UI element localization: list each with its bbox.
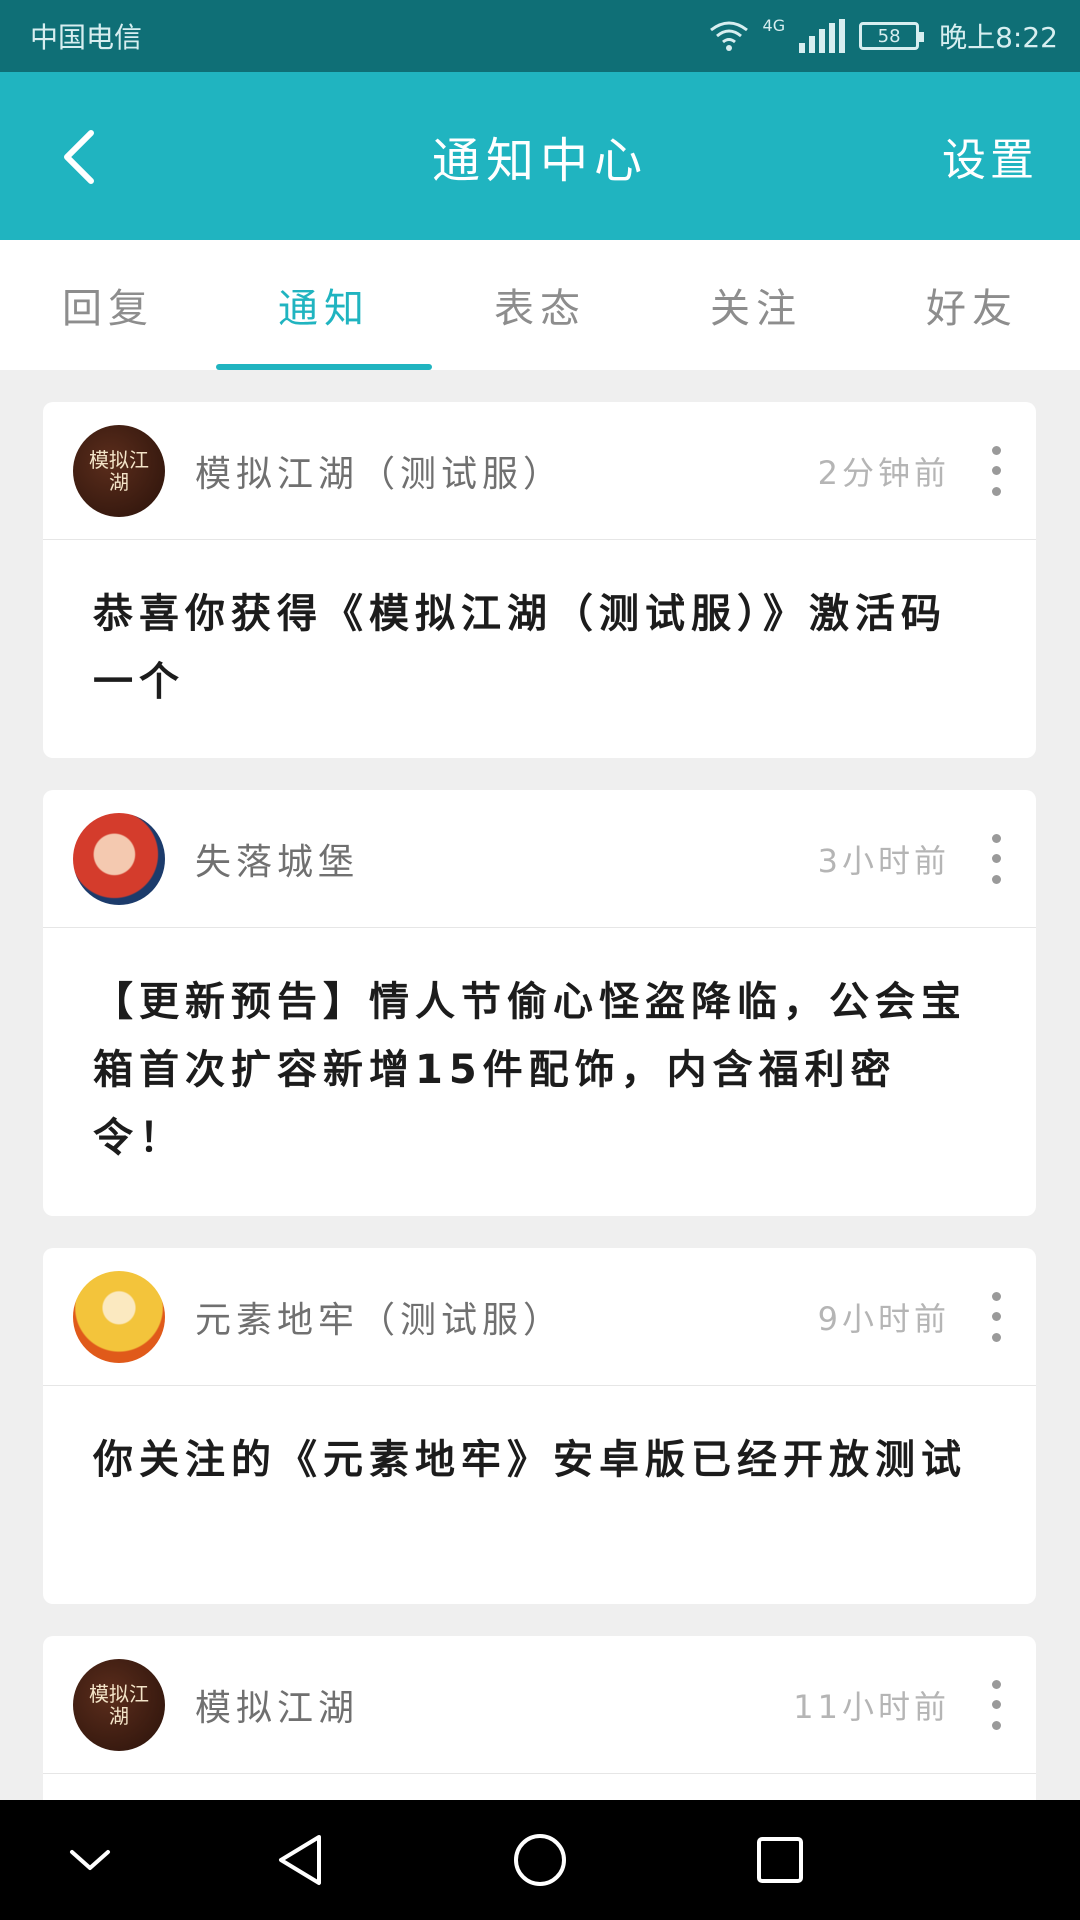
more-options-icon[interactable] (986, 1679, 1006, 1730)
avatar-logo-text: 模拟江湖 (89, 447, 149, 494)
notification-time: 9小时前 (817, 1299, 950, 1338)
tab-bar: 回复 通知 表态 关注 好友 (0, 240, 1080, 370)
status-bar: 中国电信 4G 58 晚上8:22 (0, 0, 1080, 72)
notification-header: 失落城堡 3小时前 (43, 790, 1036, 928)
back-nav-button[interactable] (240, 1800, 360, 1920)
avatar-logo-text: 模拟江湖 (89, 1681, 149, 1728)
notification-header: 模拟江湖 模拟江湖（测试服） 2分钟前 (43, 402, 1036, 540)
app-name[interactable]: 元素地牢（测试服） (195, 1291, 818, 1343)
moni-jianghu-logo-icon[interactable]: 模拟江湖 (73, 1658, 165, 1751)
battery-level: 58 (877, 25, 901, 47)
notification-card[interactable]: 模拟江湖 模拟江湖（测试服） 2分钟前 恭喜你获得《模拟江湖（测试服）》激活码一… (43, 402, 1036, 758)
notification-card[interactable]: 元素地牢（测试服） 9小时前 你关注的《元素地牢》安卓版已经开放测试 (43, 1248, 1036, 1604)
carrier-label: 中国电信 (30, 21, 143, 54)
wifi-icon (709, 21, 748, 51)
notification-header: 元素地牢（测试服） 9小时前 (43, 1248, 1036, 1386)
app-bar: 通知中心 设置 (0, 72, 1080, 240)
tab-reply[interactable]: 回复 (0, 240, 216, 370)
chevron-down-icon (70, 1850, 110, 1870)
tab-reactions[interactable]: 表态 (432, 240, 648, 370)
app-name[interactable]: 模拟江湖（测试服） (195, 445, 818, 497)
app-name[interactable]: 模拟江湖 (195, 1679, 793, 1731)
notification-message[interactable]: 恭喜你获得《模拟江湖（测试服）》激活码一个 (43, 540, 1036, 756)
network-type: 4G (762, 16, 786, 35)
settings-button[interactable]: 设置 (942, 72, 1038, 240)
clock: 晚上8:22 (939, 21, 1058, 54)
lost-castle-logo-icon[interactable] (73, 812, 165, 905)
triangle-back-icon (279, 1835, 321, 1885)
notification-time: 2分钟前 (817, 453, 950, 492)
more-options-icon[interactable] (986, 1291, 1006, 1342)
circle-home-icon (514, 1834, 566, 1886)
tab-notifications[interactable]: 通知 (216, 240, 432, 370)
notification-message[interactable]: 你关注的《元素地牢》安卓版已经开放测试 (43, 1386, 1036, 1534)
tab-friends[interactable]: 好友 (864, 240, 1080, 370)
battery-icon: 58 (859, 22, 925, 50)
more-options-icon[interactable] (986, 833, 1006, 884)
hide-nav-button[interactable] (30, 1800, 150, 1920)
notification-card[interactable]: 失落城堡 3小时前 【更新预告】情人节偷心怪盗降临，公会宝箱首次扩容新增15件配… (43, 790, 1036, 1216)
notification-time: 11小时前 (793, 1687, 950, 1726)
notification-message[interactable]: 【更新预告】情人节偷心怪盗降临，公会宝箱首次扩容新增15件配饰，内含福利密令！ (43, 928, 1036, 1212)
page-title: 通知中心 (431, 133, 648, 189)
recents-nav-button[interactable] (720, 1800, 840, 1920)
notification-header: 模拟江湖 模拟江湖 11小时前 (43, 1636, 1036, 1774)
app-name[interactable]: 失落城堡 (195, 833, 818, 885)
element-dungeon-logo-icon[interactable] (73, 1270, 165, 1363)
notification-list[interactable]: 模拟江湖 模拟江湖（测试服） 2分钟前 恭喜你获得《模拟江湖（测试服）》激活码一… (0, 370, 1080, 1800)
square-recents-icon (757, 1837, 803, 1883)
system-nav-bar (0, 1800, 1080, 1920)
tab-follows[interactable]: 关注 (648, 240, 864, 370)
home-nav-button[interactable] (480, 1800, 600, 1920)
moni-jianghu-logo-icon[interactable]: 模拟江湖 (73, 424, 165, 517)
status-icons: 4G 58 晚上8:22 (709, 16, 1058, 56)
notification-card[interactable]: 模拟江湖 模拟江湖 11小时前 (43, 1636, 1036, 1800)
notification-message[interactable] (43, 1774, 1036, 1800)
more-options-icon[interactable] (986, 445, 1006, 496)
notification-time: 3小时前 (817, 841, 950, 880)
signal-icon (799, 19, 846, 53)
